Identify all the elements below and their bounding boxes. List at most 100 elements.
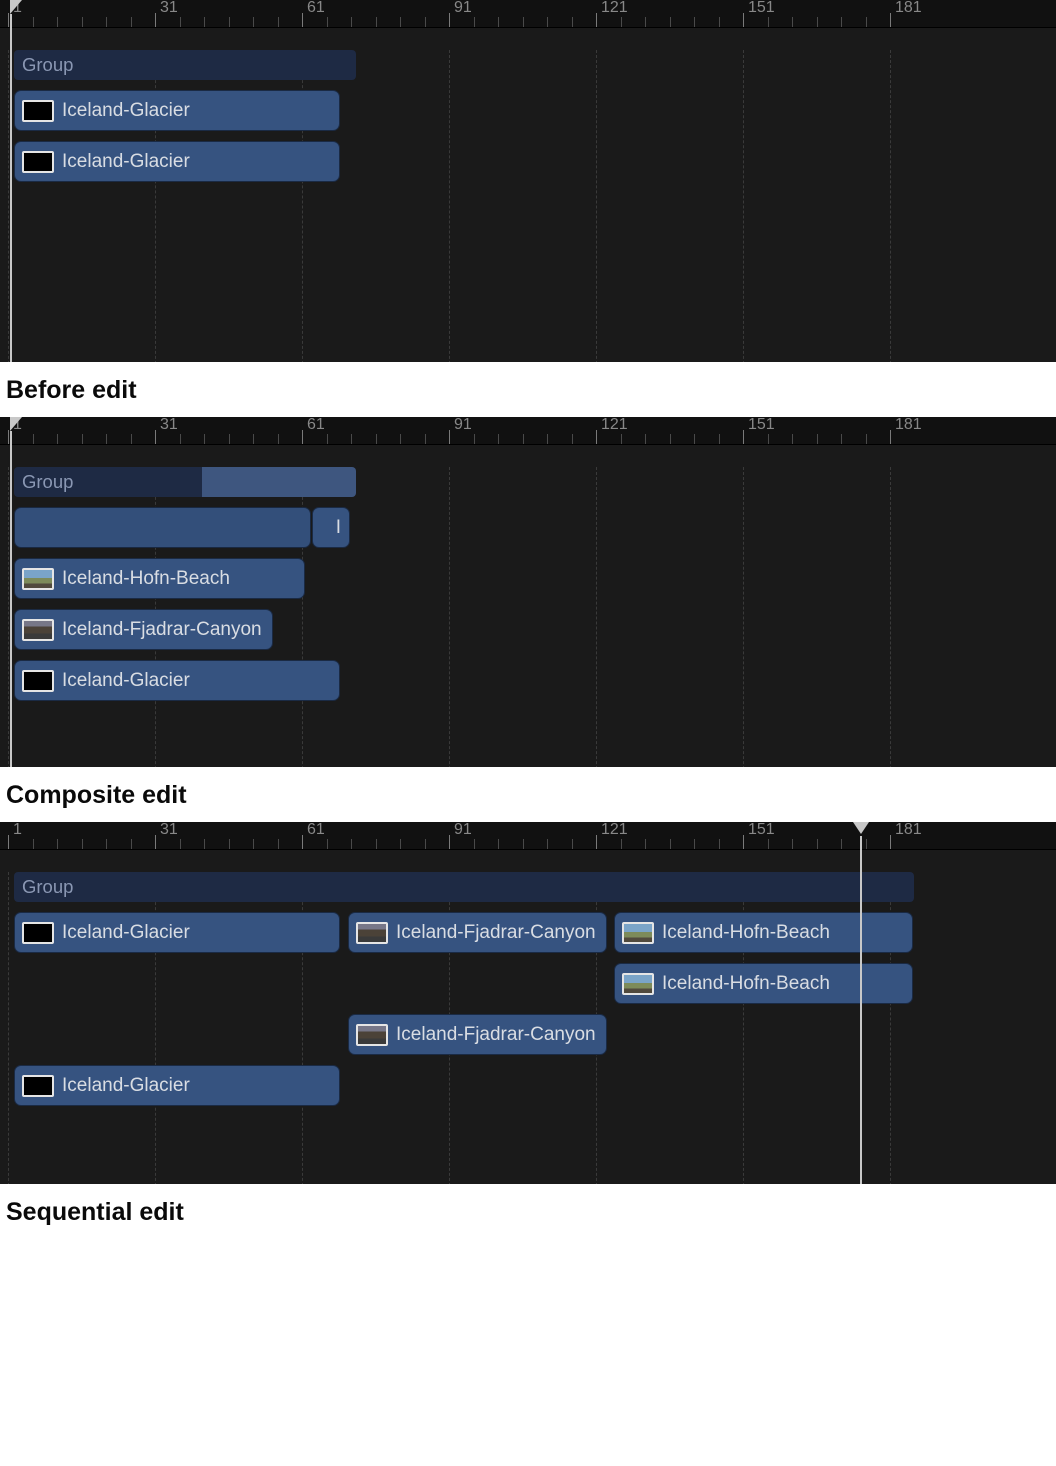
ruler-tick-minor bbox=[204, 839, 205, 849]
ruler-tick-minor bbox=[376, 17, 377, 27]
ruler-tick-minor bbox=[645, 839, 646, 849]
timeline-row: Iceland-Glacier bbox=[0, 90, 1056, 131]
ruler-tick-major bbox=[302, 430, 303, 444]
time-ruler[interactable]: 1316191121151181 bbox=[0, 417, 1056, 445]
ruler-tick-minor bbox=[694, 839, 695, 849]
ruler-tick-minor bbox=[180, 839, 181, 849]
timeline-panel-sequential: 1 31 61 91 121 151 181 Group Iceland-Glacier Icel… bbox=[0, 822, 1056, 1184]
ruler-tick-minor bbox=[82, 434, 83, 444]
timeline-clip[interactable]: Iceland-Hofn-Beach bbox=[614, 912, 913, 953]
ruler-tick-minor bbox=[719, 17, 720, 27]
ruler-tick-minor bbox=[523, 17, 524, 27]
ruler-tick-minor bbox=[327, 434, 328, 444]
timeline-clip[interactable]: Iceland-Fjadrar-Canyon bbox=[348, 1014, 607, 1055]
ruler-tick-minor bbox=[670, 434, 671, 444]
timeline-tracks[interactable]: Group Iceland-Glacier Iceland-Glacier bbox=[0, 50, 1056, 362]
ruler-tick-minor bbox=[253, 434, 254, 444]
clip-label: Iceland-Hofn-Beach bbox=[62, 568, 230, 590]
ruler-tick-major bbox=[596, 13, 597, 27]
caption-before: Before edit bbox=[0, 362, 1056, 417]
ruler-tick-minor bbox=[817, 839, 818, 849]
ruler-tick-minor bbox=[400, 17, 401, 27]
ruler-tick-major bbox=[449, 13, 450, 27]
ruler-tick-minor bbox=[82, 839, 83, 849]
timeline-clip[interactable]: Iceland-Glacier bbox=[14, 912, 340, 953]
ruler-tick-major bbox=[596, 835, 597, 849]
ruler-tick-major bbox=[596, 430, 597, 444]
timeline-clip[interactable]: Iceland-Fjadrar-Canyon bbox=[14, 609, 273, 650]
clip-thumbnail bbox=[22, 1075, 54, 1097]
ruler-tick-major bbox=[743, 13, 744, 27]
timeline-clip[interactable]: Iceland-Fjadrar-Canyon bbox=[348, 912, 607, 953]
ruler-tick-minor bbox=[253, 839, 254, 849]
ruler-tick-minor bbox=[229, 17, 230, 27]
ruler-tick-minor bbox=[131, 17, 132, 27]
clip-label: Iceland-Fjadrar-Canyon bbox=[396, 1024, 596, 1046]
ruler-label: 151 bbox=[748, 417, 775, 434]
ruler-label: 91 bbox=[454, 822, 472, 839]
ruler-tick-minor bbox=[131, 839, 132, 849]
clip-thumbnail bbox=[22, 151, 54, 173]
ruler-tick-minor bbox=[498, 839, 499, 849]
ruler-tick-minor bbox=[621, 434, 622, 444]
ruler-tick-minor bbox=[768, 17, 769, 27]
ruler-label: 181 bbox=[895, 0, 922, 17]
group-bar[interactable]: Group bbox=[14, 467, 356, 497]
ruler-tick-minor bbox=[645, 17, 646, 27]
group-bar[interactable]: Group bbox=[14, 50, 356, 80]
ruler-tick-minor bbox=[278, 839, 279, 849]
ruler-tick-minor bbox=[400, 839, 401, 849]
time-ruler[interactable]: 1316191121151181 bbox=[0, 0, 1056, 28]
clip-thumbnail bbox=[356, 922, 388, 944]
clip-thumbnail bbox=[22, 670, 54, 692]
ruler-tick-minor bbox=[278, 17, 279, 27]
ruler-tick-major bbox=[890, 430, 891, 444]
ruler-label: 31 bbox=[160, 822, 178, 839]
clip-label: Iceland-Glacier bbox=[62, 922, 190, 944]
ruler-tick-minor bbox=[572, 434, 573, 444]
timeline-tracks[interactable]: Group Iceland-Glacier Iceland-Fjadrar-Cany… bbox=[0, 872, 1056, 1184]
timeline-clip[interactable]: Iceland-Glacier bbox=[14, 90, 340, 131]
timeline-clip[interactable]: Iceland-Glacier bbox=[14, 660, 340, 701]
ruler-tick-minor bbox=[229, 839, 230, 849]
ruler-tick-minor bbox=[866, 434, 867, 444]
ruler-tick-minor bbox=[82, 17, 83, 27]
ruler-label: 91 bbox=[454, 0, 472, 17]
ruler-tick-minor bbox=[817, 17, 818, 27]
ruler-tick-minor bbox=[278, 434, 279, 444]
ruler-tick-major bbox=[449, 430, 450, 444]
ruler-tick-minor bbox=[57, 434, 58, 444]
timeline-clip[interactable]: Iceland-Hofn-Beach bbox=[14, 558, 305, 599]
timeline-clip[interactable]: Iceland-Glacier bbox=[14, 1065, 340, 1106]
ruler-tick-minor bbox=[719, 434, 720, 444]
timeline-clip-sliver[interactable]: I bbox=[312, 507, 350, 548]
group-bar[interactable]: Group bbox=[14, 872, 914, 902]
time-ruler[interactable]: 1 31 61 91 121 151 181 bbox=[0, 822, 1056, 850]
timeline-panel-composite: 1316191121151181GroupIIceland-Hofn-Beach… bbox=[0, 417, 1056, 767]
timeline-clip[interactable]: Iceland-Glacier bbox=[14, 141, 340, 182]
ruler-label: 121 bbox=[601, 822, 628, 839]
clip-thumbnail bbox=[22, 568, 54, 590]
ruler-tick-minor bbox=[425, 17, 426, 27]
ruler-label: 61 bbox=[307, 822, 325, 839]
ruler-tick-minor bbox=[204, 434, 205, 444]
timeline-row: Iceland-Hofn-Beach bbox=[0, 963, 1056, 1004]
ruler-tick-major bbox=[890, 13, 891, 27]
ruler-label: 151 bbox=[748, 822, 775, 839]
ruler-tick-minor bbox=[547, 434, 548, 444]
clip-label: Iceland-Glacier bbox=[62, 151, 190, 173]
timeline-row: Iceland-Glacier bbox=[0, 141, 1056, 182]
ruler-label: 1 bbox=[13, 822, 22, 839]
clip-label: Iceland-Fjadrar-Canyon bbox=[396, 922, 596, 944]
ruler-label: 31 bbox=[160, 417, 178, 434]
ruler-label: 181 bbox=[895, 822, 922, 839]
ruler-tick-major bbox=[8, 13, 9, 27]
ruler-label: 121 bbox=[601, 417, 628, 434]
ruler-tick-minor bbox=[57, 17, 58, 27]
timeline-tracks[interactable]: Group I Iceland-Hofn-Beach Iceland-Fjadrar-… bbox=[0, 467, 1056, 767]
timeline-clip[interactable] bbox=[14, 507, 311, 548]
timeline-row: I bbox=[0, 507, 1056, 548]
ruler-tick-minor bbox=[57, 839, 58, 849]
ruler-tick-minor bbox=[376, 434, 377, 444]
timeline-clip[interactable]: Iceland-Hofn-Beach bbox=[614, 963, 913, 1004]
